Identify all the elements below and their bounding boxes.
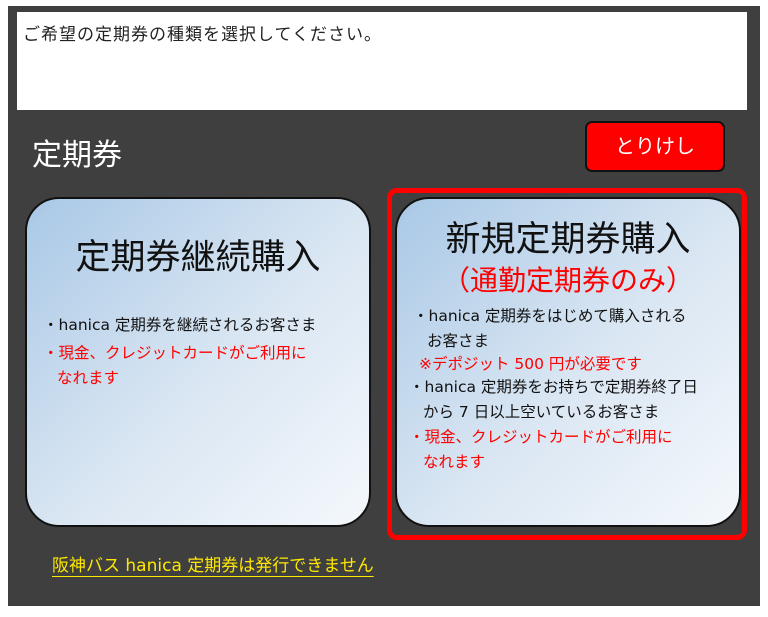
continue-purchase-button[interactable]: 定期券継続購入 ・hanica 定期券を継続されるお客さま ・現金、クレジットカ… — [25, 197, 371, 527]
hanshin-bus-notice-link[interactable]: 阪神バス hanica 定期券は発行できません — [52, 551, 374, 576]
continue-purchase-title: 定期券継続購入 — [75, 238, 321, 278]
new-lapsed-line-2: から 7 日以上空いているお客さま — [423, 403, 660, 421]
new-desc-payment: ・現金、クレジットカードがご利用に なれます — [409, 425, 709, 475]
new-payment-line-1: ・現金、クレジットカードがご利用に — [409, 428, 673, 446]
new-desc-first-time: ・hanica 定期券をはじめて購入される お客さま — [413, 304, 713, 354]
continue-desc-payment: ・現金、クレジットカードがご利用に なれます — [43, 341, 333, 391]
new-purchase-title: 新規定期券購入 — [445, 220, 691, 260]
deposit-note: ※デポジット 500 円が必要です — [419, 355, 642, 373]
new-first-time-line-1: ・hanica 定期券をはじめて購入される — [413, 307, 687, 325]
new-lapsed-line-1: ・hanica 定期券をお持ちで定期券終了日 — [409, 378, 698, 396]
continue-desc-existing-customers: ・hanica 定期券を継続されるお客さま — [43, 316, 317, 334]
new-payment-line-2: なれます — [423, 453, 486, 471]
new-purchase-button[interactable]: 新規定期券購入 （通勤定期券のみ） ・hanica 定期券をはじめて購入される … — [395, 197, 741, 527]
continue-payment-line-1: ・現金、クレジットカードがご利用に — [43, 344, 307, 362]
new-first-time-line-2: お客さま — [427, 332, 490, 350]
instruction-box: ご希望の定期券の種類を選択してください。 — [17, 12, 747, 110]
continue-payment-line-2: なれます — [57, 369, 120, 387]
ticket-machine-screen: ご希望の定期券の種類を選択してください。 定期券 とりけし 定期券継続購入 ・h… — [8, 6, 760, 606]
instruction-text: ご希望の定期券の種類を選択してください。 — [23, 25, 382, 45]
new-purchase-subtitle: （通勤定期券のみ） — [441, 264, 694, 297]
page-title: 定期券 — [32, 138, 122, 173]
new-desc-lapsed: ・hanica 定期券をお持ちで定期券終了日 から 7 日以上空いているお客さま — [409, 375, 719, 425]
cancel-button[interactable]: とりけし — [585, 121, 725, 172]
